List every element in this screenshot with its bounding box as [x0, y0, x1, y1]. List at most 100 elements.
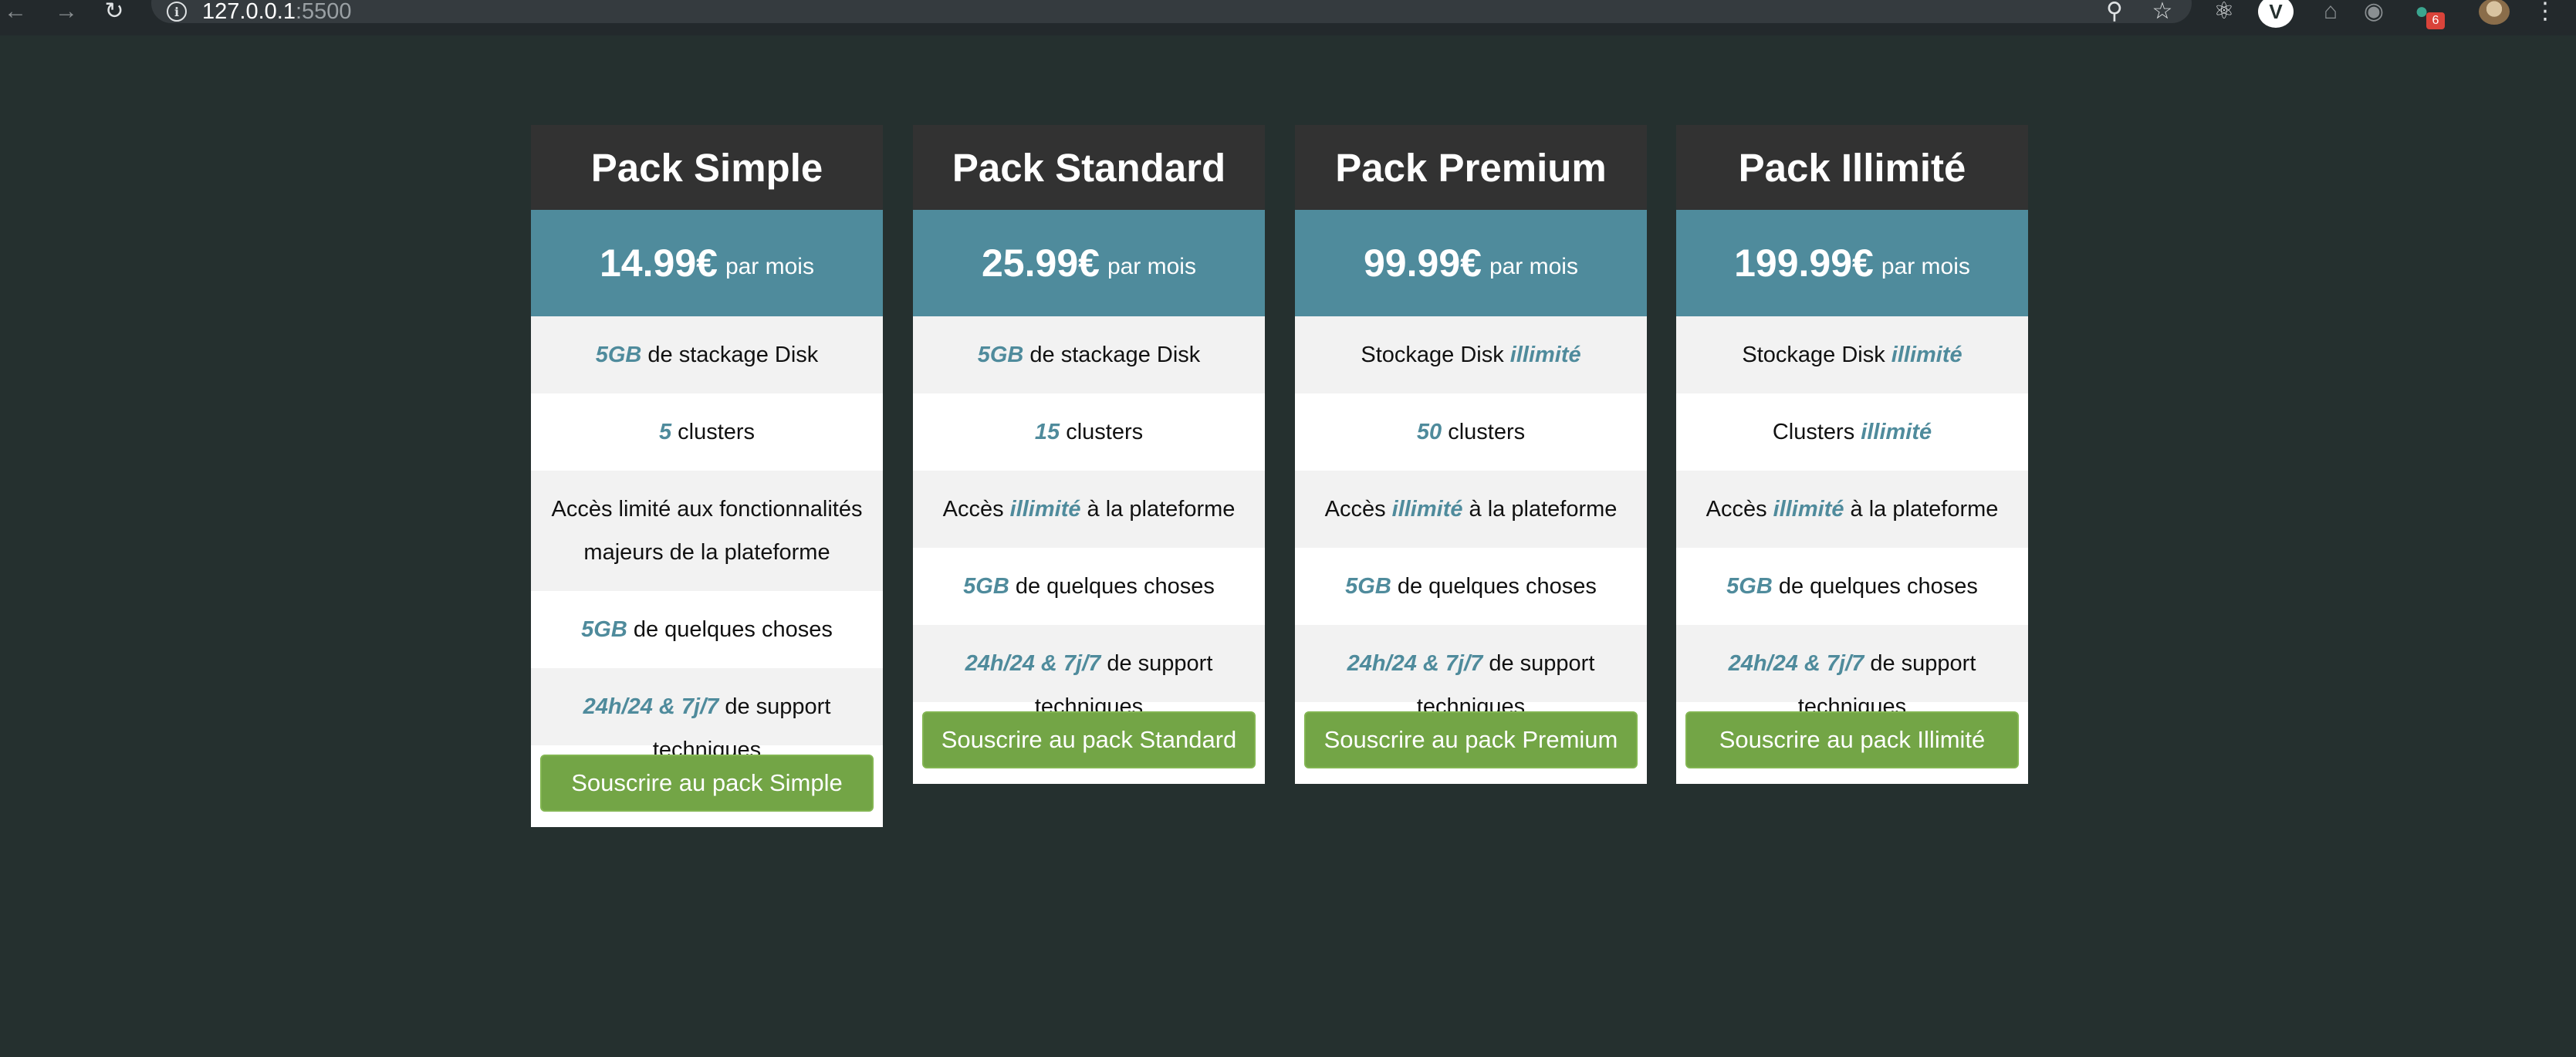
- home-icon[interactable]: ⌂: [2315, 0, 2346, 23]
- feature-row: Accès illimité à la plateforme: [1676, 471, 2028, 548]
- pricing-card-simple: Pack Simple 14.99€ par mois 5GB de stack…: [531, 125, 883, 827]
- feature-highlight: 5GB: [595, 343, 642, 367]
- feature-row: Stockage Disk illimité: [1295, 316, 1647, 393]
- pricing-card-premium: Pack Premium 99.99€ par mois Stockage Di…: [1295, 125, 1647, 784]
- price-band: 14.99€ par mois: [531, 210, 883, 316]
- price-period: par mois: [725, 254, 814, 279]
- plan-title: Pack Illimité: [1676, 125, 2028, 210]
- feature-row: Clusters illimité: [1676, 393, 2028, 471]
- subscribe-standard-button[interactable]: Souscrire au pack Standard: [922, 711, 1256, 768]
- feature-highlight: 24h/24 & 7j/7: [1728, 651, 1864, 676]
- info-icon[interactable]: i: [167, 2, 187, 22]
- profile-avatar[interactable]: [2479, 0, 2510, 25]
- feature-highlight: 5: [658, 420, 672, 444]
- feature-text: Accès: [942, 497, 1010, 522]
- feature-highlight: 5GB: [963, 574, 1009, 599]
- feature-text: de quelques choses: [1009, 574, 1215, 599]
- address-url[interactable]: 127.0.0.1:5500: [202, 0, 352, 25]
- feature-highlight: illimité: [1509, 343, 1581, 367]
- feature-text: de stackage Disk: [1023, 343, 1201, 367]
- feature-text: de quelques choses: [627, 617, 833, 642]
- feature-text: Accès: [1706, 497, 1773, 522]
- back-arrow-icon[interactable]: ←: [0, 0, 31, 23]
- feature-text: clusters: [671, 420, 756, 444]
- feature-text: de stackage Disk: [641, 343, 819, 367]
- feature-row: 24h/24 & 7j/7 de support techniques: [1295, 625, 1647, 719]
- feature-highlight: 15: [1034, 420, 1060, 444]
- plan-title: Pack Simple: [531, 125, 883, 210]
- cta-container: Souscrire au pack Simple: [531, 745, 883, 827]
- feature-text: Accès limité aux fonctionnalités majeurs…: [551, 497, 863, 565]
- feature-row: 5 clusters: [531, 393, 883, 471]
- plan-price: 199.99€: [1734, 241, 1874, 285]
- feature-row: 5GB de quelques choses: [531, 591, 883, 668]
- feature-row: Accès illimité à la plateforme: [1295, 471, 1647, 548]
- feature-highlight: 5GB: [1726, 574, 1773, 599]
- feature-highlight: 5GB: [1345, 574, 1391, 599]
- plan-price: 99.99€: [1364, 241, 1482, 285]
- cta-container: Souscrire au pack Standard: [913, 702, 1265, 784]
- feature-row: 24h/24 & 7j/7 de support techniques: [913, 625, 1265, 719]
- forward-arrow-icon[interactable]: →: [51, 0, 82, 23]
- feature-highlight: illimité: [1009, 497, 1081, 522]
- feature-text: de quelques choses: [1391, 574, 1597, 599]
- price-band: 25.99€ par mois: [913, 210, 1265, 316]
- price-band: 199.99€ par mois: [1676, 210, 2028, 316]
- feature-text: Accès: [1324, 497, 1392, 522]
- feature-highlight: 24h/24 & 7j/7: [583, 694, 719, 719]
- feature-row: 50 clusters: [1295, 393, 1647, 471]
- feature-row: 5GB de quelques choses: [1295, 548, 1647, 625]
- feature-highlight: illimité: [1891, 343, 1962, 367]
- menu-kebab-icon[interactable]: ⋮: [2530, 0, 2561, 23]
- feature-highlight: 24h/24 & 7j/7: [965, 651, 1101, 676]
- feature-row: 5GB de stackage Disk: [531, 316, 883, 393]
- url-port: :5500: [295, 0, 352, 24]
- extension-icon[interactable]: ◉: [2358, 0, 2389, 23]
- feature-row: 5GB de stackage Disk: [913, 316, 1265, 393]
- feature-highlight: illimité: [1773, 497, 1844, 522]
- feature-row: 15 clusters: [913, 393, 1265, 471]
- feature-text: de quelques choses: [1772, 574, 1978, 599]
- feature-row: 5GB de quelques choses: [1676, 548, 2028, 625]
- feature-highlight: 5GB: [581, 617, 627, 642]
- reload-icon[interactable]: ↻: [99, 0, 130, 23]
- bookmark-star-icon[interactable]: ☆: [2147, 0, 2178, 23]
- price-period: par mois: [1489, 254, 1578, 279]
- feature-highlight: 5GB: [977, 343, 1024, 367]
- zoom-icon[interactable]: ⚲: [2099, 0, 2130, 23]
- feature-highlight: 24h/24 & 7j/7: [1347, 651, 1483, 676]
- feature-row: Accès limité aux fonctionnalités majeurs…: [531, 471, 883, 591]
- subscribe-simple-button[interactable]: Souscrire au pack Simple: [540, 755, 874, 812]
- feature-row: Accès illimité à la plateforme: [913, 471, 1265, 548]
- feature-text: à la plateforme: [1844, 497, 1999, 522]
- price-band: 99.99€ par mois: [1295, 210, 1647, 316]
- feature-row: Stockage Disk illimité: [1676, 316, 2028, 393]
- cta-container: Souscrire au pack Illimité: [1676, 702, 2028, 784]
- browser-toolbar: ← → ↻ i 127.0.0.1:5500 ⚲ ☆ ⚛ V ⌂ ◉ ● 6 ⋮: [0, 0, 2576, 35]
- pricing-card-illimite: Pack Illimité 199.99€ par mois Stockage …: [1676, 125, 2028, 784]
- url-host: 127.0.0.1: [202, 0, 296, 24]
- feature-row: 24h/24 & 7j/7 de support techniques: [531, 668, 883, 762]
- feature-row: 5GB de quelques choses: [913, 548, 1265, 625]
- feature-text: à la plateforme: [1462, 497, 1618, 522]
- price-period: par mois: [1881, 254, 1970, 279]
- plan-title: Pack Standard: [913, 125, 1265, 210]
- address-bar[interactable]: i 127.0.0.1:5500: [151, 0, 2192, 25]
- feature-highlight: illimité: [1391, 497, 1463, 522]
- feature-highlight: 50: [1416, 420, 1442, 444]
- feature-row: 24h/24 & 7j/7 de support techniques: [1676, 625, 2028, 719]
- cta-container: Souscrire au pack Premium: [1295, 702, 1647, 784]
- feature-text: Stockage Disk: [1742, 343, 1891, 367]
- plan-price: 14.99€: [600, 241, 718, 285]
- extension-badge: 6: [2426, 12, 2445, 29]
- subscribe-premium-button[interactable]: Souscrire au pack Premium: [1304, 711, 1638, 768]
- feature-highlight: illimité: [1861, 420, 1932, 444]
- plan-title: Pack Premium: [1295, 125, 1647, 210]
- feature-text: Stockage Disk: [1361, 343, 1510, 367]
- react-devtools-icon[interactable]: ⚛: [2209, 0, 2240, 23]
- subscribe-illimite-button[interactable]: Souscrire au pack Illimité: [1685, 711, 2019, 768]
- feature-text: clusters: [1442, 420, 1526, 444]
- pricing-card-standard: Pack Standard 25.99€ par mois 5GB de sta…: [913, 125, 1265, 784]
- vivaldi-icon[interactable]: V: [2258, 0, 2294, 28]
- feature-text: Clusters: [1772, 420, 1861, 444]
